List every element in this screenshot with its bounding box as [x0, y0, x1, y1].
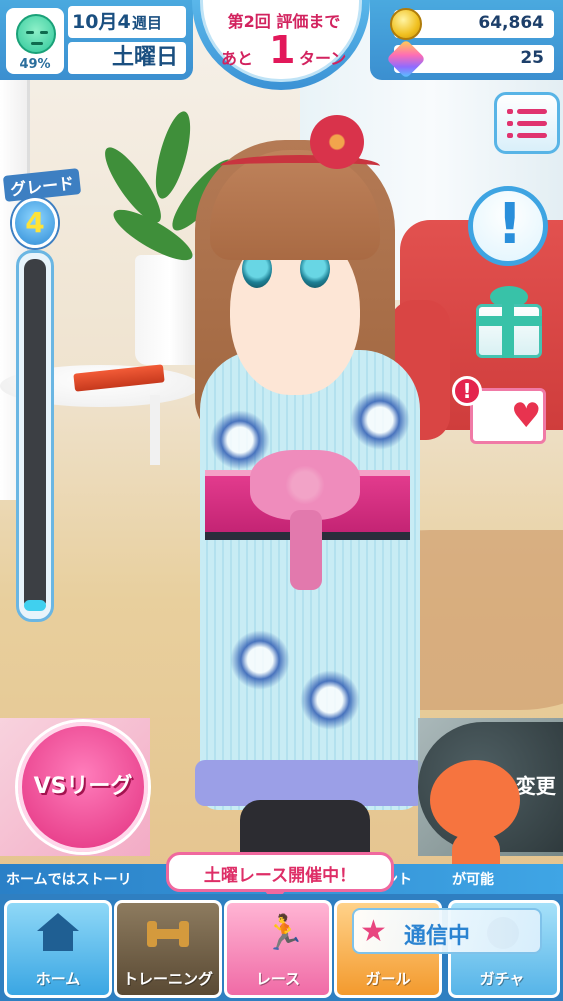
menu-icon-dot — [507, 109, 513, 114]
kimono-flower — [230, 630, 290, 690]
mood-percent: 49% — [19, 57, 51, 72]
gift-button[interactable] — [472, 282, 546, 360]
kimono-flower — [350, 390, 410, 450]
gift-ribbon-icon — [502, 304, 514, 358]
smiley-face-icon — [16, 14, 56, 54]
exclamation-icon: ! — [497, 192, 523, 257]
communicating-indicator: ★ 通信中 — [352, 908, 542, 954]
runner-icon: 🏃 — [257, 913, 305, 953]
coin-row[interactable]: 64,864 — [390, 8, 554, 40]
grade-gauge — [16, 250, 54, 622]
obi-tassel — [290, 510, 322, 590]
vs-league-button[interactable]: VSリーグ — [18, 722, 148, 852]
race-notice-text: 土曜レース開催中！ — [203, 866, 357, 886]
menu-icon-line — [517, 109, 547, 114]
grade-value: 4 — [25, 206, 45, 239]
rainbow-gem-icon — [386, 39, 426, 79]
date-display: 10月4 — [68, 6, 186, 38]
day-of-week: 土曜日 — [68, 42, 186, 74]
evaluation-prefix: あと — [221, 49, 254, 68]
race-notice-balloon: 土曜レース開催中！ — [166, 852, 394, 903]
house-body — [43, 929, 73, 951]
nav-training[interactable]: トレーニング — [114, 900, 222, 998]
ticker-text-left: ホームではストーリ — [6, 872, 132, 888]
house-icon — [37, 913, 79, 953]
dumbbell-icon — [147, 913, 189, 953]
menu-icon-line — [517, 121, 547, 126]
grade-gauge-fill — [24, 600, 46, 611]
nav-race[interactable]: 🏃 レース — [224, 900, 332, 998]
nav-home-label: ホーム — [35, 970, 81, 988]
heart-icon: ♥ — [511, 396, 542, 436]
alert-badge: ! — [452, 376, 482, 406]
menu-icon-dot — [507, 121, 513, 126]
gold-coin-icon — [390, 8, 422, 40]
kimono-flower — [300, 670, 360, 730]
date-week: 週目 — [132, 14, 163, 32]
chibi-head — [430, 760, 520, 840]
grade-badge: 4 — [12, 198, 58, 248]
dumbbell-end — [147, 921, 157, 947]
diary-button[interactable]: ♥ ! — [452, 376, 548, 446]
communicating-label: 通信中 — [404, 924, 471, 949]
mood-mouth — [31, 42, 43, 45]
nav-girl-label: ガール — [365, 970, 411, 988]
gem-row[interactable]: 25 — [386, 39, 554, 79]
grade-gauge-track — [24, 259, 46, 611]
gem-count: 25 — [520, 48, 544, 68]
menu-icon-dot — [507, 133, 513, 138]
nav-race-label: レース — [255, 970, 301, 988]
evaluation-unit: ターン — [299, 49, 347, 68]
status-panel: 49% 10月4 週目 土曜日 — [0, 0, 193, 80]
vs-league-label: VSリーグ — [33, 774, 133, 799]
menu-icon-line — [517, 133, 547, 138]
dumbbell-end — [179, 921, 189, 947]
book-icon: ♥ — [470, 388, 546, 444]
menu-button[interactable] — [494, 92, 560, 154]
runner-glyph: 🏃 — [263, 913, 306, 953]
mood-eye — [26, 31, 34, 34]
date-main: 10月4 — [72, 11, 131, 33]
star-icon: ★ — [360, 914, 387, 949]
hair-flower — [310, 115, 364, 169]
resources-panel: 64,864 25 — [370, 0, 563, 80]
evaluation-turns: 1 — [269, 28, 296, 72]
gift-ribbon-icon — [476, 316, 542, 326]
coin-count: 64,864 — [478, 13, 544, 33]
mood-box: 49% — [6, 8, 64, 74]
info-button[interactable]: ! — [468, 186, 548, 266]
mood-eye — [40, 31, 48, 34]
ticker-text-right: が可能 — [452, 872, 494, 888]
nav-gacha-label: ガチャ — [479, 970, 525, 988]
nav-home[interactable]: ホーム — [4, 900, 112, 998]
nav-training-label: トレーニング — [122, 970, 213, 988]
